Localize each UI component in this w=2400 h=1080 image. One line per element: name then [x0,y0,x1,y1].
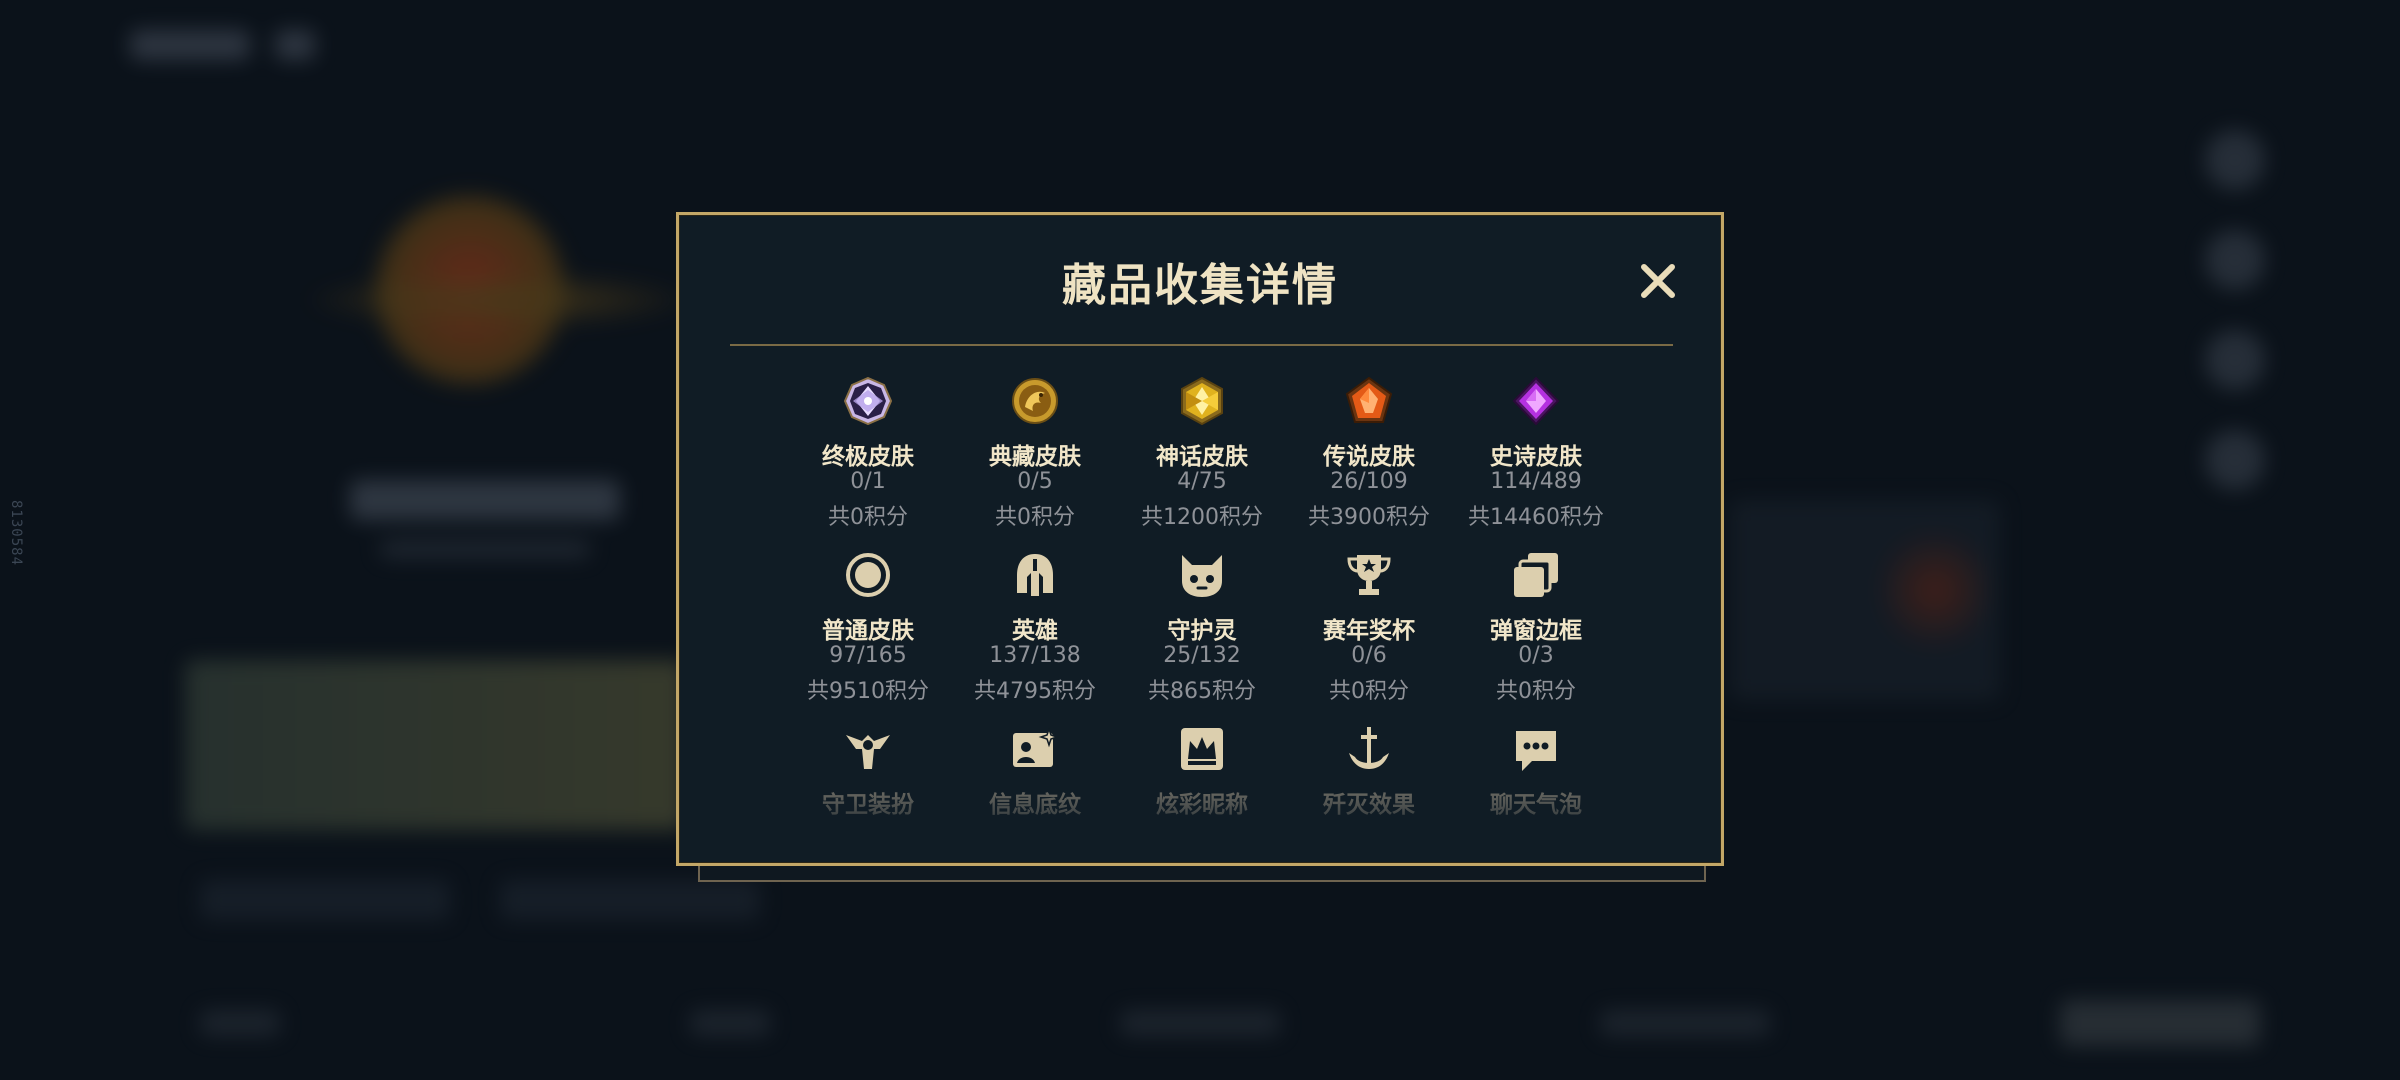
bg-bottom-button [2060,1000,2260,1046]
collection-item-champions[interactable]: 英雄 137/138 共4795积分 [951,551,1119,711]
collection-item-chat-bubble[interactable]: 聊天气泡 [1452,725,1620,885]
item-name: 典藏皮肤 [989,444,1081,470]
collection-item-elimination-effect[interactable]: 歼灭效果 [1285,725,1453,885]
bg-icon-2 [2205,230,2265,290]
item-points: 共9510积分 [807,679,929,704]
modal-title: 藏品收集详情 [1062,260,1338,311]
bg-player-sub [380,540,590,558]
bg-top-label [130,30,250,60]
item-count: 137/138 [989,643,1081,668]
collection-item-ultimate-skin[interactable]: 终极皮肤 0/1 共0积分 [784,377,952,537]
item-points: 共0积分 [1329,679,1409,704]
helmet-icon [1017,554,1053,596]
bg-icon-3 [2205,330,2265,390]
item-name: 炫彩昵称 [1156,792,1248,818]
title-divider [730,344,1673,346]
item-points: 共1200积分 [1141,505,1263,530]
item-count: 25/132 [1163,643,1241,668]
item-points: 共14460积分 [1468,505,1604,530]
bg-banner [185,660,685,830]
item-name: 聊天气泡 [1490,792,1582,818]
item-count: 114/489 [1490,469,1582,494]
dragon-medallion-icon [1012,378,1058,424]
item-count: 97/165 [829,643,907,668]
item-name: 弹窗边框 [1490,618,1582,644]
collection-item-season-trophies[interactable]: 赛年奖杯 0/6 共0积分 [1285,551,1453,711]
item-name: 赛年奖杯 [1323,618,1415,644]
bg-icon-4 [2205,430,2265,490]
crown-badge-icon [1181,728,1223,770]
item-points: 共4795积分 [974,679,1096,704]
item-points: 共0积分 [995,505,1075,530]
ring-circle-icon [846,553,890,597]
bg-player-name [350,480,620,520]
item-name: 神话皮肤 [1156,444,1248,470]
item-name: 传说皮肤 [1323,444,1415,470]
bg-right-figure [1880,520,1990,660]
item-count: 0/5 [1017,469,1053,494]
bg-btn-1 [200,880,450,920]
collection-item-epic-skin[interactable]: 史诗皮肤 114/489 共14460积分 [1452,377,1620,537]
item-name: 终极皮肤 [822,444,914,470]
item-count: 0/1 [850,469,886,494]
card-sparkle-icon [1013,726,1059,767]
bg-btn-2 [500,880,760,920]
item-name: 英雄 [1012,618,1058,644]
bg-bottom-2 [690,1010,770,1036]
item-name: 守护灵 [1167,618,1237,644]
collection-item-ward-skins[interactable]: 守卫装扮 [784,725,952,885]
side-id-text: 8130584 [8,500,24,567]
item-points: 共3900积分 [1308,505,1430,530]
ultimate-gem-icon [844,377,892,425]
trophy-icon [1347,555,1391,595]
item-name: 史诗皮肤 [1490,444,1582,470]
collection-item-mythic-skin[interactable]: 神话皮肤 4/75 共1200积分 [1118,377,1286,537]
item-count: 0/6 [1351,643,1387,668]
collection-item-info-pattern[interactable]: 信息底纹 [951,725,1119,885]
collection-item-prestige-skin[interactable]: 典藏皮肤 0/5 共0积分 [951,377,1119,537]
bg-bottom-1 [200,1010,280,1036]
item-name: 普通皮肤 [822,618,914,644]
item-count: 0/3 [1518,643,1554,668]
collection-item-colorful-nickname[interactable]: 炫彩昵称 [1118,725,1286,885]
item-count: 26/109 [1330,469,1408,494]
orange-pentagon-gem-icon [1345,377,1393,423]
chat-bubble-icon [1516,731,1556,771]
item-points: 共865积分 [1148,679,1256,704]
ward-statue-icon [846,735,890,769]
bg-bottom-4 [1600,1010,1770,1036]
stacked-frames-icon [1514,553,1558,597]
item-points: 共0积分 [828,505,908,530]
item-name: 信息底纹 [989,792,1081,818]
collection-item-popup-borders[interactable]: 弹窗边框 0/3 共0积分 [1452,551,1620,711]
bg-bottom-3 [1120,1010,1280,1036]
item-name: 歼灭效果 [1323,792,1415,818]
guardian-face-icon [1182,555,1222,597]
item-name: 守卫装扮 [822,792,914,818]
item-points: 共0积分 [1496,679,1576,704]
gold-hexagon-gem-icon [1181,377,1223,425]
collection-item-little-legends[interactable]: 守护灵 25/132 共865积分 [1118,551,1286,711]
anchor-sword-icon [1349,727,1389,769]
collection-details-modal: 藏品收集详情 终极皮肤 0/1 共0积分 典藏皮肤 0/5 共0积分 神话皮肤 … [676,212,1724,866]
collection-item-standard-skin[interactable]: 普通皮肤 97/165 共9510积分 [784,551,952,711]
purple-diamond-gem-icon [1512,377,1560,425]
close-button[interactable] [1634,257,1682,305]
collection-item-legendary-skin[interactable]: 传说皮肤 26/109 共3900积分 [1285,377,1453,537]
item-count: 4/75 [1177,469,1227,494]
bg-emblem-glow [300,270,700,330]
bg-top-label-2 [275,30,315,60]
bg-icon-1 [2205,130,2265,190]
close-icon [1641,264,1675,298]
